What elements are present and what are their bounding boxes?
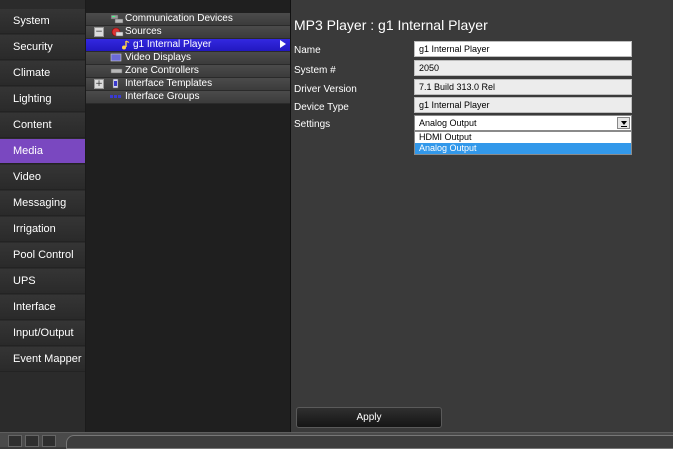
nav-item-lighting[interactable]: Lighting [0, 87, 85, 112]
nav-item-irrigation[interactable]: Irrigation [0, 217, 85, 242]
nav-item-media[interactable]: Media [0, 139, 85, 164]
tree-item-zone-controllers[interactable]: Zone Controllers [86, 65, 290, 78]
device-detail-panel: MP3 Player : g1 Internal Player Name g1 … [291, 0, 673, 432]
interface-groups-icon [110, 95, 121, 98]
category-nav: System Security Climate Lighting Content… [0, 0, 86, 432]
tree-item-label: Video Displays [125, 52, 191, 63]
tree-item-sources[interactable]: − Sources [86, 26, 290, 39]
collapse-icon[interactable]: − [94, 27, 104, 37]
bottom-tab-3[interactable] [42, 435, 56, 447]
tree-item-label: Interface Templates [125, 78, 213, 89]
bottom-toolbar [0, 432, 673, 449]
tree-item-interface-templates[interactable]: + Interface Templates [86, 78, 290, 91]
network-devices-icon [110, 14, 124, 24]
sources-icon [111, 27, 124, 37]
device-tree: Communication Devices − Sources g1 Inter… [86, 0, 291, 432]
tree-item-label: Zone Controllers [125, 65, 199, 76]
device-type-label: Device Type [294, 102, 349, 113]
apply-button[interactable]: Apply [296, 407, 442, 428]
system-number-label: System # [294, 65, 336, 76]
tree-item-interface-groups[interactable]: Interface Groups [86, 91, 290, 104]
driver-version-label: Driver Version [294, 84, 357, 95]
tree-item-g1-internal-player[interactable]: g1 Internal Player [86, 39, 290, 52]
nav-item-system[interactable]: System [0, 9, 85, 34]
chevron-down-icon[interactable] [617, 117, 630, 129]
name-label: Name [294, 45, 321, 56]
nav-item-input-output[interactable]: Input/Output [0, 321, 85, 346]
tree-item-label: Sources [125, 26, 162, 37]
settings-dropdown-list: HDMI Output Analog Output [414, 131, 632, 155]
nav-item-event-mapper[interactable]: Event Mapper [0, 347, 85, 372]
nav-item-ups[interactable]: UPS [0, 269, 85, 294]
driver-version-field: 7.1 Build 313.0 Rel [414, 79, 632, 95]
tree-item-label: g1 Internal Player [133, 39, 212, 50]
device-type-field: g1 Internal Player [414, 97, 632, 113]
option-analog-output[interactable]: Analog Output [415, 143, 631, 154]
zone-controller-icon [110, 68, 123, 74]
bottom-tab-2[interactable] [25, 435, 39, 447]
settings-label: Settings [294, 119, 331, 130]
nav-item-video[interactable]: Video [0, 165, 85, 190]
bottom-panel-frame [66, 435, 673, 449]
selected-arrow-icon [280, 40, 286, 48]
settings-select[interactable]: Analog Output [414, 115, 632, 131]
page-title: MP3 Player : g1 Internal Player [294, 17, 488, 33]
tree-item-video-displays[interactable]: Video Displays [86, 52, 290, 65]
display-icon [110, 53, 122, 62]
settings-selected-value: Analog Output [419, 118, 477, 128]
expand-icon[interactable]: + [94, 79, 104, 89]
nav-item-content[interactable]: Content [0, 113, 85, 138]
nav-item-interface[interactable]: Interface [0, 295, 85, 320]
name-field[interactable]: g1 Internal Player [414, 41, 632, 57]
template-icon [112, 79, 119, 89]
nav-item-security[interactable]: Security [0, 35, 85, 60]
option-hdmi-output[interactable]: HDMI Output [415, 132, 631, 143]
tree-item-label: Interface Groups [125, 91, 200, 102]
tree-item-label: Communication Devices [125, 13, 233, 24]
nav-item-messaging[interactable]: Messaging [0, 191, 85, 216]
nav-item-climate[interactable]: Climate [0, 61, 85, 86]
music-note-icon [122, 40, 130, 50]
system-number-field: 2050 [414, 60, 632, 76]
tree-item-communication-devices[interactable]: Communication Devices [86, 13, 290, 26]
bottom-tab-1[interactable] [8, 435, 22, 447]
nav-item-pool-control[interactable]: Pool Control [0, 243, 85, 268]
